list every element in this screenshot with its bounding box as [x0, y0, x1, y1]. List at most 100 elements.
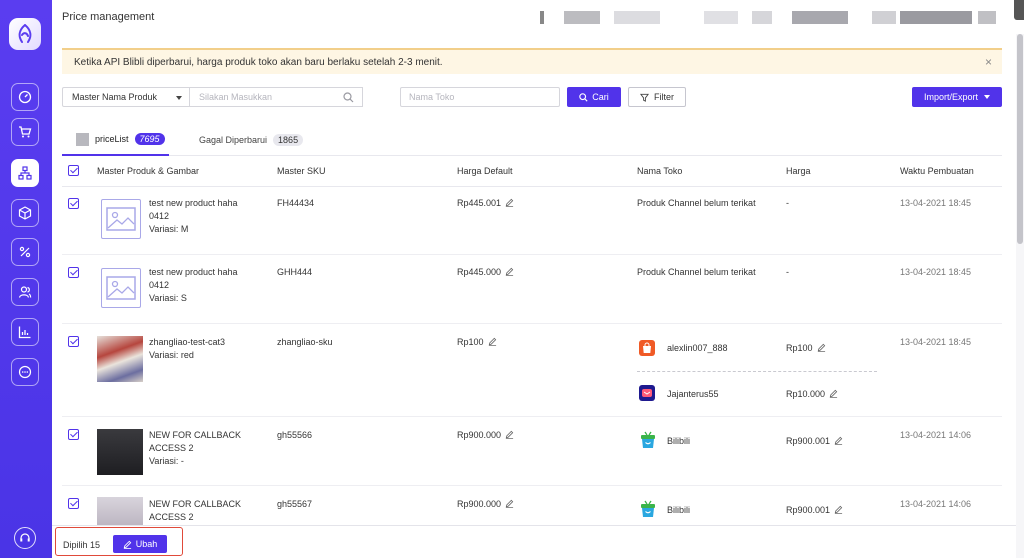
- store-cell: Produk Channel belum terikat: [637, 198, 756, 208]
- import-export-button[interactable]: Import/Export: [912, 87, 1002, 107]
- caret-down-icon: [176, 96, 182, 100]
- column-header[interactable]: Master SKU: [277, 166, 326, 176]
- vertical-scrollbar[interactable]: [1016, 34, 1024, 558]
- edit-icon[interactable]: [488, 337, 497, 346]
- created-time: 13-04-2021 18:45: [900, 267, 972, 277]
- row-checkbox[interactable]: [68, 198, 79, 209]
- store-price: Rp10.000: [786, 389, 826, 399]
- store-cell: Bilibili: [667, 505, 691, 515]
- edit-icon[interactable]: [817, 343, 826, 352]
- created-time: 13-04-2021 14:06: [900, 430, 972, 440]
- default-price: Rp445.001: [457, 198, 502, 208]
- store-name-input[interactable]: Nama Toko: [400, 87, 560, 107]
- product-image[interactable]: [97, 497, 143, 525]
- default-price: Rp900.000: [457, 499, 502, 509]
- edit-icon[interactable]: [505, 198, 514, 207]
- product-image-placeholder[interactable]: [101, 199, 141, 239]
- row-checkbox[interactable]: [68, 336, 79, 347]
- shopee-icon: [639, 340, 655, 356]
- nav-promotions[interactable]: [11, 238, 39, 266]
- edit-icon[interactable]: [834, 436, 843, 445]
- product-name[interactable]: test new product haha: [149, 266, 238, 279]
- nav-inventory[interactable]: [11, 199, 39, 227]
- selected-count: Dipilih 15: [63, 540, 101, 550]
- product-name[interactable]: NEW FOR CALLBACK: [149, 429, 241, 442]
- created-time: 13-04-2021 14:06: [900, 499, 972, 509]
- search-button-label: Cari: [592, 92, 609, 102]
- redacted-block: [752, 11, 772, 24]
- bulk-edit-button[interactable]: Ubah: [113, 535, 167, 553]
- product-name[interactable]: 0412: [149, 210, 238, 223]
- product-name[interactable]: ACCESS 2: [149, 442, 241, 455]
- default-price: Rp100: [457, 337, 484, 347]
- product-name[interactable]: ACCESS 2: [149, 511, 241, 524]
- close-icon[interactable]: ×: [985, 55, 992, 69]
- sku-cell: gh55566: [277, 430, 313, 440]
- edit-icon[interactable]: [505, 430, 514, 439]
- created-time: 13-04-2021 18:45: [900, 198, 972, 208]
- nav-customers[interactable]: [11, 278, 39, 306]
- filter-button[interactable]: Filter: [628, 87, 686, 107]
- cart-icon: [19, 126, 32, 138]
- edit-icon[interactable]: [829, 389, 838, 398]
- redacted-block: [614, 11, 660, 24]
- sku-cell: zhangliao-sku: [277, 337, 333, 347]
- edit-icon[interactable]: [834, 505, 843, 514]
- bilibili-icon: [639, 499, 657, 519]
- column-header[interactable]: Nama Toko: [637, 166, 682, 176]
- search-button[interactable]: Cari: [567, 87, 621, 107]
- scrollbar-thumb[interactable]: [1017, 34, 1023, 244]
- nav-reports[interactable]: [11, 318, 39, 346]
- product-name[interactable]: 0412: [149, 279, 238, 292]
- column-header[interactable]: Harga: [786, 166, 811, 176]
- divider: [62, 254, 1002, 255]
- support-button[interactable]: [14, 527, 36, 549]
- column-header[interactable]: Harga Default: [457, 166, 513, 176]
- notice-banner: Ketika API Blibli diperbarui, harga prod…: [62, 48, 1002, 74]
- keyword-input[interactable]: Silakan Masukkan: [189, 87, 363, 107]
- caret-down-icon: [984, 95, 991, 99]
- product-image-placeholder[interactable]: [101, 268, 141, 308]
- column-header[interactable]: Waktu Pembuatan: [900, 166, 974, 176]
- product-image[interactable]: [97, 336, 143, 382]
- column-header[interactable]: Master Produk & Gambar: [97, 166, 199, 176]
- tab-price-list[interactable]: priceList 7695: [62, 124, 169, 156]
- edit-icon[interactable]: [505, 499, 514, 508]
- row-checkbox[interactable]: [68, 498, 79, 509]
- logo-icon: [18, 24, 32, 43]
- row-checkbox[interactable]: [68, 429, 79, 440]
- product-image[interactable]: [97, 429, 143, 475]
- app-logo[interactable]: [9, 18, 41, 50]
- store-name: alexlin007_888: [667, 343, 728, 353]
- default-price-cell: Rp900.000: [457, 429, 514, 442]
- users-icon: [18, 286, 32, 298]
- nav-products[interactable]: [11, 159, 39, 187]
- product-info: NEW FOR CALLBACK ACCESS 2: [149, 498, 241, 524]
- gauge-icon: [18, 90, 32, 104]
- nav-dashboard[interactable]: [11, 83, 39, 111]
- select-all-checkbox[interactable]: [68, 165, 79, 176]
- product-name[interactable]: zhangliao-test-cat3: [149, 336, 225, 349]
- redacted-block: [540, 11, 544, 24]
- tab-failed-updates[interactable]: Gagal Diperbarui 1865: [199, 124, 304, 156]
- row-checkbox[interactable]: [68, 267, 79, 278]
- search-field-select[interactable]: Master Nama Produk: [62, 87, 190, 107]
- product-info: test new product haha 0412 Variasi: M: [149, 197, 238, 236]
- default-price-cell: Rp100: [457, 336, 497, 349]
- store-name: Jajanterus55: [667, 389, 719, 399]
- chat-icon: [18, 365, 32, 379]
- export-button-label: Import/Export: [923, 92, 979, 102]
- product-variant: Variasi: M: [149, 224, 189, 234]
- corner-tab[interactable]: [1014, 0, 1024, 20]
- product-name[interactable]: NEW FOR CALLBACK: [149, 498, 241, 511]
- nav-chat[interactable]: [11, 358, 39, 386]
- search-icon: [579, 92, 588, 102]
- product-name[interactable]: test new product haha: [149, 197, 238, 210]
- image-icon: [106, 276, 136, 300]
- nav-orders[interactable]: [11, 118, 39, 146]
- tab-label: Gagal Diperbarui: [199, 135, 268, 145]
- edit-icon[interactable]: [505, 267, 514, 276]
- sidebar: [0, 0, 52, 558]
- count-badge: 7695: [134, 133, 165, 145]
- tab-bar: priceList 7695 Gagal Diperbarui 1865: [62, 124, 1002, 156]
